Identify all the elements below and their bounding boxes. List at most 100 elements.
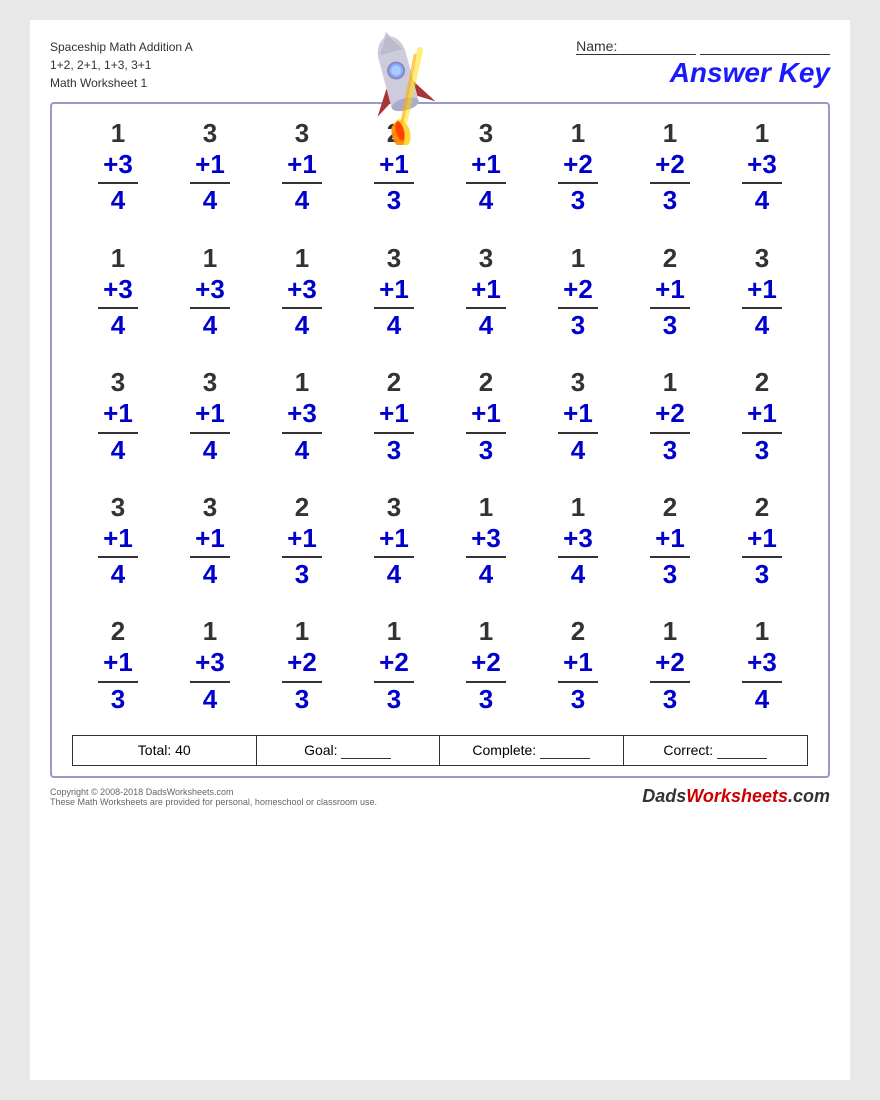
answer-key-label: Answer Key <box>670 57 830 89</box>
answer: 3 <box>650 307 690 341</box>
addend: +1 <box>747 523 777 554</box>
rocket-illustration <box>350 25 450 125</box>
answer: 4 <box>190 556 230 590</box>
problem-1-1: 1+34 <box>72 114 164 221</box>
answer: 4 <box>190 432 230 466</box>
answer: 3 <box>466 681 506 715</box>
top-number: 2 <box>387 367 401 398</box>
problem-3-8: 2+13 <box>716 363 808 470</box>
problem-5-7: 1+23 <box>624 612 716 719</box>
addend: +2 <box>287 647 317 678</box>
title-line1: Spaceship Math Addition A <box>50 38 193 56</box>
addend: +1 <box>471 149 501 180</box>
answer: 4 <box>742 681 782 715</box>
top-number: 1 <box>295 616 309 647</box>
top-number: 2 <box>571 616 585 647</box>
header-right: Name: Answer Key <box>576 38 830 89</box>
answer: 4 <box>282 307 322 341</box>
top-number: 3 <box>479 243 493 274</box>
top-number: 3 <box>203 492 217 523</box>
top-number: 2 <box>755 492 769 523</box>
copyright-text: Copyright © 2008-2018 DadsWorksheets.com… <box>50 787 377 807</box>
answer: 4 <box>98 556 138 590</box>
addend: +3 <box>287 398 317 429</box>
addend: +2 <box>563 274 593 305</box>
top-number: 3 <box>387 492 401 523</box>
answer: 3 <box>558 681 598 715</box>
problem-4-1: 3+14 <box>72 488 164 595</box>
complete-cell: Complete: <box>440 736 624 765</box>
top-number: 2 <box>111 616 125 647</box>
addend: +3 <box>747 149 777 180</box>
top-number: 2 <box>295 492 309 523</box>
addend: +1 <box>379 149 409 180</box>
problem-row-5: 2+131+341+231+231+232+131+231+34 <box>72 612 808 719</box>
problem-3-4: 2+13 <box>348 363 440 470</box>
top-number: 3 <box>203 367 217 398</box>
top-number: 1 <box>571 243 585 274</box>
addend: +1 <box>195 149 225 180</box>
problem-2-6: 1+23 <box>532 239 624 346</box>
title-line3: Math Worksheet 1 <box>50 74 193 92</box>
worksheet-box: 1+343+143+142+133+141+231+231+341+341+34… <box>50 102 830 778</box>
addend: +2 <box>471 647 501 678</box>
dads-logo: DadsWorksheets.com <box>642 786 830 807</box>
top-number: 1 <box>111 243 125 274</box>
addend: +2 <box>563 149 593 180</box>
top-number: 3 <box>755 243 769 274</box>
goal-cell: Goal: <box>257 736 441 765</box>
problem-2-4: 3+14 <box>348 239 440 346</box>
problem-1-8: 1+34 <box>716 114 808 221</box>
addend: +1 <box>379 523 409 554</box>
problems-container: 1+343+143+142+133+141+231+231+341+341+34… <box>72 114 808 719</box>
problem-2-1: 1+34 <box>72 239 164 346</box>
addend: +1 <box>287 149 317 180</box>
total-cell: Total: 40 <box>73 736 257 765</box>
addend: +2 <box>379 647 409 678</box>
top-number: 3 <box>111 492 125 523</box>
problem-row-3: 3+143+141+342+132+133+141+232+13 <box>72 363 808 470</box>
problem-3-7: 1+23 <box>624 363 716 470</box>
addend: +3 <box>103 149 133 180</box>
top-number: 1 <box>387 616 401 647</box>
top-number: 3 <box>295 118 309 149</box>
problem-1-6: 1+23 <box>532 114 624 221</box>
addend: +3 <box>563 523 593 554</box>
addend: +1 <box>471 398 501 429</box>
problem-1-7: 1+23 <box>624 114 716 221</box>
top-number: 2 <box>479 367 493 398</box>
top-number: 2 <box>663 243 677 274</box>
problem-5-2: 1+34 <box>164 612 256 719</box>
problem-4-3: 2+13 <box>256 488 348 595</box>
answer: 4 <box>466 556 506 590</box>
problem-3-6: 3+14 <box>532 363 624 470</box>
answer: 3 <box>650 556 690 590</box>
answer: 4 <box>374 307 414 341</box>
addend: +1 <box>287 523 317 554</box>
problem-5-1: 2+13 <box>72 612 164 719</box>
answer: 4 <box>374 556 414 590</box>
problem-5-4: 1+23 <box>348 612 440 719</box>
addend: +1 <box>563 647 593 678</box>
worksheet-page: Spaceship Math Addition A 1+2, 2+1, 1+3,… <box>30 20 850 1080</box>
answer: 4 <box>190 182 230 216</box>
problem-4-4: 3+14 <box>348 488 440 595</box>
answer: 3 <box>558 307 598 341</box>
addend: +1 <box>195 523 225 554</box>
addend: +1 <box>379 398 409 429</box>
problem-1-3: 3+14 <box>256 114 348 221</box>
answer: 4 <box>98 432 138 466</box>
name-field: Name: <box>576 38 830 55</box>
top-number: 2 <box>663 492 677 523</box>
addend: +2 <box>655 149 685 180</box>
copyright-section: Copyright © 2008-2018 DadsWorksheets.com… <box>50 786 830 807</box>
addend: +1 <box>103 398 133 429</box>
addend: +3 <box>287 274 317 305</box>
answer: 3 <box>558 182 598 216</box>
answer: 4 <box>190 681 230 715</box>
answer: 3 <box>742 556 782 590</box>
top-number: 1 <box>663 118 677 149</box>
problem-2-7: 2+13 <box>624 239 716 346</box>
top-number: 2 <box>755 367 769 398</box>
top-number: 1 <box>663 616 677 647</box>
